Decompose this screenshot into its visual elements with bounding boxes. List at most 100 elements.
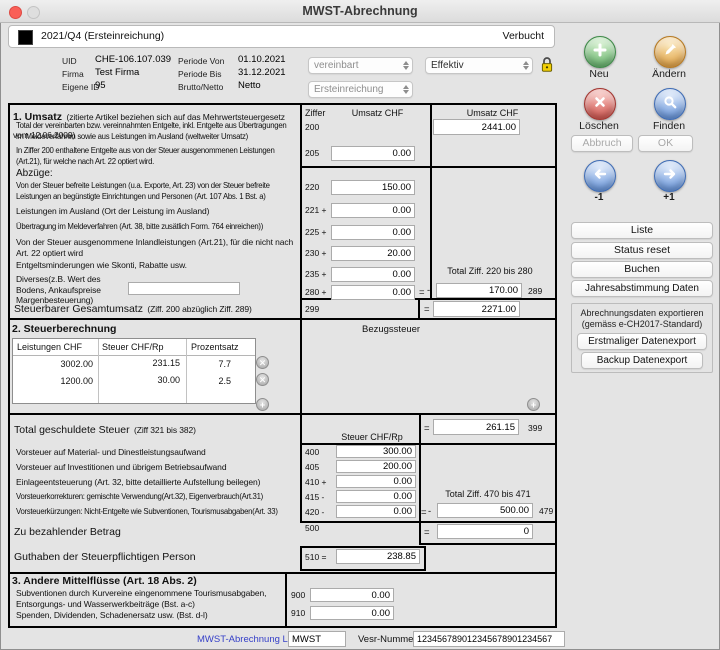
total-470-471-label: Total Ziff. 470 bis 471 xyxy=(438,489,538,499)
ziffer-225: 225 + xyxy=(305,227,327,237)
neu-button[interactable] xyxy=(584,36,616,68)
input-ziffer-415[interactable] xyxy=(336,490,416,503)
ziffer-235: 235 + xyxy=(305,269,327,279)
table-header-prozentsatz: Prozentsatz xyxy=(191,342,239,352)
input-ziffer-400[interactable] xyxy=(336,445,416,458)
ok-button[interactable]: OK xyxy=(638,135,693,152)
table-cell[interactable]: 2.5 xyxy=(191,376,231,386)
title-bar: MWST-Abrechnung xyxy=(0,0,720,23)
abrechnungsart-value: vereinbart xyxy=(314,60,358,71)
lieferant-input[interactable] xyxy=(288,631,346,647)
table-cell[interactable]: 30.00 xyxy=(102,375,180,385)
divider xyxy=(430,103,432,298)
ziffer-220: 220 xyxy=(305,182,319,192)
einreichung-select[interactable]: Ersteinreichung xyxy=(308,81,413,98)
input-ziffer-280[interactable] xyxy=(331,285,415,300)
abrechnungsart-select[interactable]: vereinbart xyxy=(308,57,413,74)
jahresabstimmung-button[interactable]: Jahresabstimmung Daten xyxy=(571,280,713,297)
equals-sign: = xyxy=(419,287,425,298)
ziffer-299: 299 xyxy=(305,304,319,314)
prev-button[interactable] xyxy=(584,160,616,192)
diverses-input[interactable] xyxy=(128,282,240,295)
section2-title: 2. Steuerberechnung xyxy=(12,323,116,335)
periode-von-label: Periode Von xyxy=(178,56,224,66)
input-ziffer-405[interactable] xyxy=(336,460,416,473)
divider xyxy=(8,413,557,415)
deduction-text-220: Von der Steuer befreite Leistungen (u.a.… xyxy=(16,181,296,202)
magnifier-icon xyxy=(662,94,678,115)
table-cell[interactable]: 3002.00 xyxy=(17,359,93,369)
abzuege-label: Abzüge: xyxy=(16,168,53,179)
deduction-text-230: Von der Steuer ausgenommene Inlandleistu… xyxy=(16,237,296,258)
input-ziffer-205[interactable] xyxy=(331,146,415,161)
brutto-netto-value: Netto xyxy=(238,80,261,91)
row510-text: Guthaben der Steuerpflichtigen Person xyxy=(14,551,196,563)
input-ziffer-299[interactable] xyxy=(433,301,520,317)
x-icon xyxy=(593,95,607,114)
ziffer-221: 221 + xyxy=(305,205,327,215)
minus-sign: - xyxy=(427,285,430,296)
row900-text: Subventionen durch Kurvereine eingenomme… xyxy=(16,588,278,609)
input-ziffer-900[interactable] xyxy=(310,588,394,602)
input-ziffer-910[interactable] xyxy=(310,606,394,620)
aendern-label: Ändern xyxy=(639,68,699,80)
next-label: +1 xyxy=(639,192,699,203)
table-header-leistungen: Leistungen CHF xyxy=(17,342,82,352)
table-cell[interactable]: 231.15 xyxy=(102,358,180,368)
remove-row-button[interactable]: ✕ xyxy=(256,373,269,386)
methode-select[interactable]: Effektiv xyxy=(425,57,533,74)
erstmaliger-datenexport-button[interactable]: Erstmaliger Datenexport xyxy=(577,333,707,350)
section3-title: 3. Andere Mittelflüsse (Art. 18 Abs. 2) xyxy=(12,575,197,587)
record-title: 2021/Q4 (Ersteinreichung) xyxy=(41,30,164,42)
table-cell[interactable]: 7.7 xyxy=(191,359,231,369)
periode-bis-value: 31.12.2021 xyxy=(238,67,286,78)
buchen-button[interactable]: Buchen xyxy=(571,261,713,278)
loeschen-button[interactable] xyxy=(584,88,616,120)
input-ziffer-420[interactable] xyxy=(336,505,416,518)
input-ziffer-289[interactable] xyxy=(436,283,522,298)
export-title: Abrechnungsdaten exportieren xyxy=(571,308,713,318)
remove-row-button[interactable]: ✕ xyxy=(256,356,269,369)
record-status: Verbucht xyxy=(503,30,544,42)
deduction-text-235: Entgeltsminderungen wie Skonti, Rabatte … xyxy=(16,260,187,271)
vesr-input[interactable] xyxy=(413,631,565,647)
abbruch-button[interactable]: Abbruch xyxy=(571,135,633,152)
ziffer-400: 400 xyxy=(305,447,319,457)
eigene-id-value: 95 xyxy=(95,80,106,91)
ziffer-900: 900 xyxy=(291,590,305,600)
input-ziffer-410[interactable] xyxy=(336,475,416,488)
ziffer-205: 205 xyxy=(305,148,319,158)
total-steuer-label-main: Total geschuldete Steuer xyxy=(14,424,130,436)
equals-sign: = xyxy=(424,423,430,434)
divider xyxy=(98,339,99,403)
equals-sign: = xyxy=(424,304,430,315)
total-220-280-label: Total Ziff. 220 bis 280 xyxy=(435,266,545,276)
liste-button[interactable]: Liste xyxy=(571,222,713,239)
input-ziffer-225[interactable] xyxy=(331,225,415,240)
input-ziffer-221[interactable] xyxy=(331,203,415,218)
record-bar[interactable]: 2021/Q4 (Ersteinreichung) Verbucht xyxy=(8,25,555,48)
table-cell[interactable]: 1200.00 xyxy=(17,376,93,386)
aendern-button[interactable] xyxy=(654,36,686,68)
next-button[interactable] xyxy=(654,160,686,192)
window-title: MWST-Abrechnung xyxy=(0,4,720,18)
status-reset-button[interactable]: Status reset xyxy=(571,242,713,259)
ziffer-230: 230 + xyxy=(305,248,327,258)
steuersatz-table[interactable]: Leistungen CHF Steuer CHF/Rp Prozentsatz… xyxy=(12,338,256,404)
input-ziffer-200[interactable] xyxy=(433,119,520,135)
input-ziffer-500[interactable] xyxy=(437,524,533,539)
finden-button[interactable] xyxy=(654,88,686,120)
add-row-button[interactable]: + xyxy=(256,398,269,411)
vorsteuer-text-415: Vorsteuerkorrekturen: gemischte Verwendu… xyxy=(16,492,263,503)
add-bezugssteuer-button[interactable]: + xyxy=(527,398,540,411)
col-ziffer: Ziffer xyxy=(305,108,325,118)
input-ziffer-399[interactable] xyxy=(433,419,519,435)
input-ziffer-510[interactable] xyxy=(336,549,420,564)
input-ziffer-479[interactable] xyxy=(437,503,533,518)
divider xyxy=(419,413,421,543)
equals-sign: = xyxy=(424,527,430,538)
input-ziffer-230[interactable] xyxy=(331,246,415,261)
backup-datenexport-button[interactable]: Backup Datenexport xyxy=(581,352,703,369)
input-ziffer-235[interactable] xyxy=(331,267,415,282)
input-ziffer-220[interactable] xyxy=(331,180,415,195)
